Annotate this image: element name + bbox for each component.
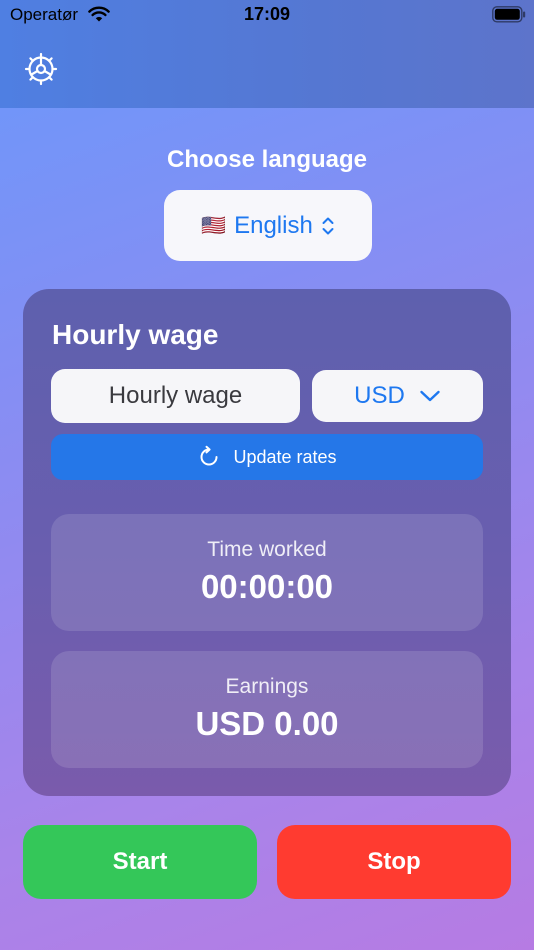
language-picker[interactable]: 🇺🇸 English [164,190,372,261]
wage-card-title: Hourly wage [52,319,219,350]
time-worked-value: 00:00:00 [200,568,334,605]
update-rates-button[interactable]: Update rates [51,434,483,480]
refresh-icon [201,445,218,466]
status-bar: Operatør 17:09 [0,0,534,32]
language-selected-label: English [234,211,313,239]
gear-icon[interactable] [24,52,58,86]
time-worked-panel: Time worked 00:00:00 [51,514,483,631]
start-button[interactable]: Start [23,825,257,899]
wage-card: Hourly wage USD Update rates Time worked… [23,289,511,796]
earnings-panel: Earnings USD 0.00 [51,651,483,768]
choose-language-title: Choose language [166,146,368,173]
chevron-down-icon [420,390,440,402]
status-time: 17:09 [243,4,291,24]
currency-selected-label: USD [354,382,405,409]
hourly-wage-input[interactable] [51,369,300,423]
time-worked-label: Time worked [207,538,327,561]
chevron-up-down-icon [322,217,334,234]
battery-icon [492,6,526,23]
earnings-label: Earnings [225,675,309,698]
update-rates-label: Update rates [233,446,337,467]
earnings-value: USD 0.00 [195,705,339,742]
us-flag-icon: 🇺🇸 [201,215,227,237]
currency-select[interactable]: USD [312,370,483,422]
stop-button[interactable]: Stop [277,825,511,899]
